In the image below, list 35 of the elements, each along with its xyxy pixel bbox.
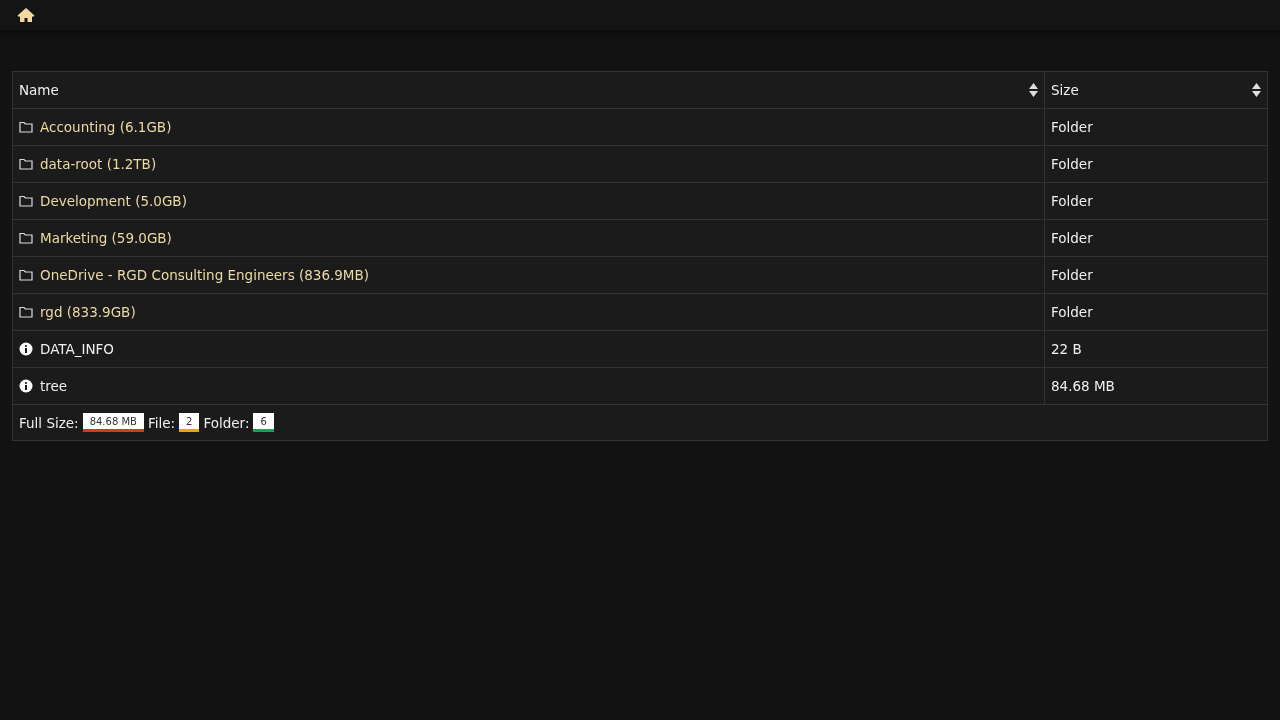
- summary-value: 84.68 MB: [82, 413, 144, 432]
- folder-link[interactable]: Accounting (6.1GB): [40, 119, 172, 135]
- folder-icon: [19, 158, 33, 170]
- folder-icon: [19, 306, 33, 318]
- file-name: tree: [40, 378, 68, 394]
- file-name: DATA_INFO: [40, 341, 114, 357]
- folder-link[interactable]: data-root (1.2TB): [40, 156, 157, 172]
- summary-label: File:: [147, 414, 176, 431]
- folder-link[interactable]: Marketing (59.0GB): [40, 230, 172, 246]
- size-text: Folder: [1051, 193, 1093, 209]
- summary-label: Full Size:: [19, 414, 79, 431]
- folder-icon: [19, 121, 33, 133]
- size-text: Folder: [1051, 119, 1093, 135]
- info-icon: [19, 342, 33, 356]
- sort-icon[interactable]: [1029, 83, 1038, 97]
- folder-icon: [19, 232, 33, 244]
- folder-link[interactable]: rgd (833.9GB): [40, 304, 136, 320]
- folder-icon: [19, 269, 33, 281]
- folder-link[interactable]: OneDrive - RGD Consulting Engineers (836.9MB): [40, 267, 370, 283]
- size-text: 84.68 MB: [1051, 378, 1115, 394]
- summary-value: 6: [253, 413, 274, 432]
- sort-icon[interactable]: [1252, 83, 1261, 97]
- summary-value: 2: [179, 413, 200, 432]
- home-icon[interactable]: [17, 7, 35, 23]
- folder-icon: [19, 195, 33, 207]
- size-text: Folder: [1051, 267, 1093, 283]
- info-icon: [19, 379, 33, 393]
- size-text: Folder: [1051, 230, 1093, 246]
- column-header[interactable]: Size: [1051, 82, 1079, 98]
- folder-link[interactable]: Development (5.0GB): [40, 193, 187, 209]
- column-header[interactable]: Name: [19, 82, 59, 98]
- size-text: Folder: [1051, 304, 1093, 320]
- summary-label: Folder:: [203, 414, 250, 431]
- size-text: Folder: [1051, 156, 1093, 172]
- size-text: 22 B: [1051, 341, 1082, 357]
